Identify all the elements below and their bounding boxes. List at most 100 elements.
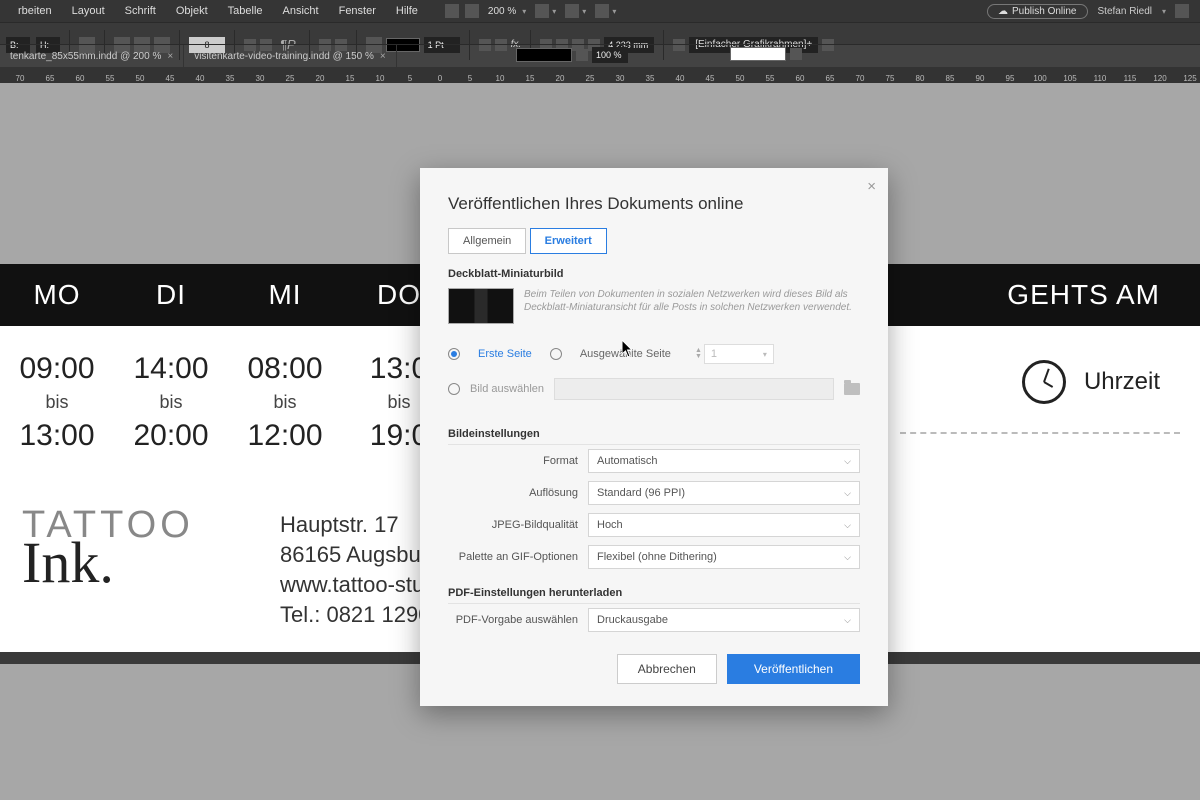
screen-mode-icon[interactable] [565,4,579,18]
menu-hilfe[interactable]: Hilfe [386,5,428,17]
ruler-tick: 70 [845,74,875,83]
ruler-tick: 0 [425,74,455,83]
ruler-tick: 15 [515,74,545,83]
ruler-tick: 5 [395,74,425,83]
time-col-1: 14:00bis20:00 [114,326,228,453]
address-block: Hauptstr. 17 86165 Augsbur www.tattoo-st… [280,510,430,630]
day-mi: MI [228,279,342,311]
page-number-field[interactable]: 1▾ [704,344,774,364]
stock-icon[interactable] [465,4,479,18]
ruler-tick: 30 [605,74,635,83]
format-dropdown[interactable]: Automatisch⌵ [588,449,860,473]
section-image-settings: Bildeinstellungen [420,414,888,444]
publish-online-dialog: × Veröffentlichen Ihres Dokuments online… [420,168,888,706]
menu-layout[interactable]: Layout [62,5,115,17]
time-col-0: 09:00bis13:00 [0,326,114,453]
pdf-preset-dropdown[interactable]: Druckausgabe⌵ [588,608,860,632]
user-name[interactable]: Stefan Riedl [1088,6,1162,17]
radio-first-page-label: Erste Seite [478,348,532,360]
menu-tabelle[interactable]: Tabelle [218,5,273,17]
doc-tab-1[interactable]: tenkarte_85x55mm.indd @ 200 % × [0,45,184,67]
radio-first-page[interactable] [448,348,460,360]
uhrzeit-block: Uhrzeit [1022,360,1160,404]
menu-ansicht[interactable]: Ansicht [273,5,329,17]
ruler-tick: 120 [1145,74,1175,83]
day-di: DI [114,279,228,311]
ruler-tick: 55 [755,74,785,83]
dialog-tabs: Allgemein Erweitert [420,228,888,254]
radio-selected-page[interactable] [550,348,562,360]
page-stepper[interactable]: ▲▼ [695,348,702,360]
ruler-tick: 20 [545,74,575,83]
image-path-field[interactable] [554,378,834,400]
opacity-field[interactable]: 100 % [592,47,628,63]
close-icon[interactable]: × [167,51,173,62]
gif-palette-dropdown[interactable]: Flexibel (ohne Dithering)⌵ [588,545,860,569]
menu-bearbeiten[interactable]: rbeiten [8,5,62,17]
ruler-tick: 35 [215,74,245,83]
chevron-down-icon[interactable]: ▾ [1162,7,1172,16]
menu-fenster[interactable]: Fenster [329,5,386,17]
bridge-icon[interactable] [445,4,459,18]
jpeg-quality-dropdown[interactable]: Hoch⌵ [588,513,860,537]
menu-objekt[interactable]: Objekt [166,5,218,17]
ruler-tick: 10 [485,74,515,83]
view-options-icon[interactable] [535,4,549,18]
ruler-tick: 65 [815,74,845,83]
ruler-tick: 110 [1085,74,1115,83]
close-icon[interactable]: × [867,178,876,195]
stroke-swatch[interactable] [730,47,786,61]
doc-tab-label: visitenkarte-video-training.indd @ 150 % [194,51,374,62]
ruler-tick: 5 [455,74,485,83]
fill-swatch-2[interactable] [516,48,572,62]
ruler-tick: 10 [365,74,395,83]
ruler-tick: 125 [1175,74,1200,83]
section-thumbnail: Deckblatt-Miniaturbild [420,254,888,284]
logo-block: TATTOO Ink. [22,504,194,596]
time-col-2: 08:00bis12:00 [228,326,342,453]
chevron-down-icon: ▾ [552,7,562,16]
gif-palette-label: Palette an GIF-Optionen [448,551,578,563]
ruler-tick: 60 [65,74,95,83]
ruler-tick: 25 [575,74,605,83]
chevron-down-icon[interactable]: ▾ [522,7,532,16]
radio-pick-image[interactable] [448,383,460,395]
ruler-tick: 30 [245,74,275,83]
close-icon[interactable]: × [380,51,386,62]
clock-icon [1022,360,1066,404]
tab-erweitert[interactable]: Erweitert [530,228,607,254]
day-mo: MO [0,279,114,311]
chevron-down-icon: ⌵ [844,456,851,467]
ruler-tick: 105 [1055,74,1085,83]
horizontal-ruler[interactable]: 7570656055504540353025201510505101520253… [0,67,1200,83]
dialog-title: Veröffentlichen Ihres Dokuments online [420,168,888,228]
section-pdf-settings: PDF-Einstellungen herunterladen [420,573,888,603]
ruler-tick: 50 [725,74,755,83]
ruler-tick: 115 [1115,74,1145,83]
search-icon[interactable] [1175,4,1189,18]
menu-schrift[interactable]: Schrift [115,5,166,17]
ramp-2-icon[interactable] [790,48,802,60]
doc-tab-label: tenkarte_85x55mm.indd @ 200 % [10,51,161,62]
ruler-tick: 75 [875,74,905,83]
ruler-tick: 50 [125,74,155,83]
format-label: Format [448,455,578,467]
doc-tab-2[interactable]: visitenkarte-video-training.indd @ 150 %… [184,45,397,67]
chevron-down-icon: ⌵ [844,615,851,626]
ramp-icon[interactable] [576,49,588,61]
folder-icon[interactable] [844,383,860,395]
chevron-down-icon: ▾ [763,350,767,359]
chevron-down-icon: ⌵ [844,520,851,531]
resolution-dropdown[interactable]: Standard (96 PPI)⌵ [588,481,860,505]
zoom-level[interactable]: 200 % [482,6,522,17]
dashed-divider [900,432,1180,434]
publish-button[interactable]: Veröffentlichen [727,654,860,684]
arrange-icon[interactable] [595,4,609,18]
ruler-tick: 85 [935,74,965,83]
ruler-tick: 95 [995,74,1025,83]
ruler-tick: 15 [335,74,365,83]
ruler-tick: 65 [35,74,65,83]
tab-allgemein[interactable]: Allgemein [448,228,526,254]
publish-online-button[interactable]: ☁ Publish Online [987,4,1087,19]
cancel-button[interactable]: Abbrechen [617,654,717,684]
